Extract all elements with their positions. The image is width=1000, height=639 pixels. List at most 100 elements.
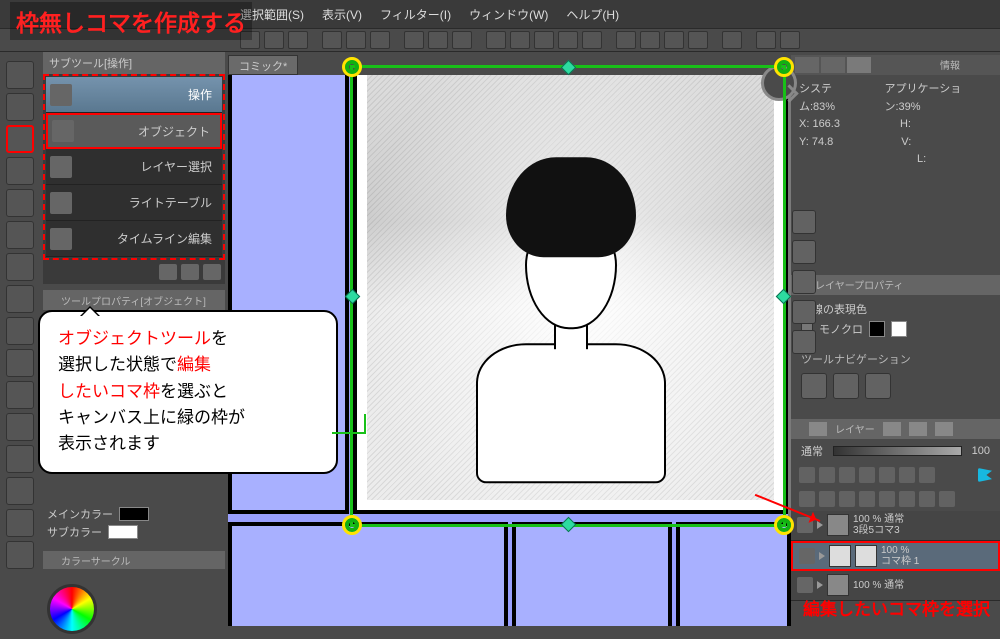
layer-color-flag[interactable] [978, 468, 992, 482]
tool-gradient[interactable] [6, 509, 34, 537]
blend-mode-select[interactable]: 通常 [801, 443, 823, 459]
toolbar-icon[interactable] [288, 31, 308, 49]
toolnav-icon[interactable] [801, 373, 827, 399]
new-layer-icon[interactable] [799, 491, 815, 507]
opacity-slider[interactable] [833, 446, 962, 456]
delete-layer-icon[interactable] [939, 491, 955, 507]
document-tab[interactable]: コミック* [228, 55, 298, 75]
panel-icon[interactable] [792, 330, 816, 354]
visibility-icon[interactable] [799, 548, 815, 564]
layer-frame-row[interactable]: 100 %コマ枠 1 [791, 541, 1000, 571]
tool-marquee[interactable] [6, 189, 34, 217]
panel-icon[interactable] [792, 210, 816, 234]
layer-pixellock-icon[interactable] [819, 467, 835, 483]
toolbar-icon[interactable] [486, 31, 506, 49]
layer-panel-icon[interactable] [883, 422, 901, 436]
tab-subview[interactable] [821, 57, 845, 73]
tool-fill[interactable] [6, 477, 34, 505]
subtool-menu-icon[interactable] [203, 264, 221, 280]
swatch-white[interactable] [891, 321, 907, 337]
layer-lock-icon[interactable] [799, 467, 815, 483]
layer-ref-icon[interactable] [859, 467, 875, 483]
subtool-layerselect[interactable]: レイヤー選択 [46, 149, 222, 185]
swatch-black[interactable] [869, 321, 885, 337]
comic-panel[interactable] [676, 522, 791, 626]
layer-draft-icon[interactable] [879, 467, 895, 483]
handle-mid-top[interactable] [561, 60, 577, 76]
subtool-add-icon[interactable] [159, 264, 177, 280]
layer-icon[interactable] [879, 491, 895, 507]
layer-icon[interactable] [899, 491, 915, 507]
layer-clip-icon[interactable] [839, 467, 855, 483]
toolbar-icon[interactable] [616, 31, 636, 49]
tab-info[interactable] [847, 57, 871, 73]
tool-wand[interactable] [6, 221, 34, 249]
main-color-row[interactable]: メインカラー [43, 505, 225, 523]
save-icon[interactable] [370, 31, 390, 49]
menu-filter[interactable]: フィルター(I) [380, 6, 451, 23]
layer-ruler-icon[interactable] [919, 467, 935, 483]
comic-panel[interactable] [512, 522, 672, 626]
tool-move[interactable] [6, 93, 34, 121]
toolnav-icon[interactable] [833, 373, 859, 399]
ruler-icon[interactable] [722, 31, 742, 49]
tool-layermove[interactable] [6, 157, 34, 185]
handle-corner-tl[interactable] [342, 57, 362, 77]
clear-icon[interactable] [452, 31, 472, 49]
tool-operation[interactable] [6, 125, 34, 153]
subtool-delete-icon[interactable] [181, 264, 199, 280]
toolbar-icon[interactable] [582, 31, 602, 49]
undo-icon[interactable] [404, 31, 424, 49]
tool-pen[interactable] [6, 253, 34, 281]
toolbar-icon[interactable] [664, 31, 684, 49]
panel-icon[interactable] [792, 300, 816, 324]
sub-color-row[interactable]: サブカラー [43, 523, 225, 541]
subtool-operation[interactable]: 操作 [46, 77, 222, 113]
tool-pencil[interactable] [6, 285, 34, 313]
tool-eraser[interactable] [6, 413, 34, 441]
toolbar-icon[interactable] [756, 31, 776, 49]
toolbar-icon[interactable] [688, 31, 708, 49]
toolbar-icon[interactable] [534, 31, 554, 49]
open-icon[interactable] [346, 31, 366, 49]
toolbar-icon[interactable] [510, 31, 530, 49]
panel-icon[interactable] [792, 240, 816, 264]
comic-panel[interactable] [228, 522, 508, 626]
expand-icon[interactable] [817, 581, 823, 589]
color-wheel[interactable] [47, 584, 97, 634]
layer-icon[interactable] [919, 491, 935, 507]
new-icon[interactable] [322, 31, 342, 49]
tool-deco[interactable] [6, 381, 34, 409]
new-folder-icon[interactable] [819, 491, 835, 507]
layer-icon[interactable] [839, 491, 855, 507]
subtool-object[interactable]: オブジェクト [46, 113, 222, 149]
layer-panel-icon[interactable] [935, 422, 953, 436]
layer-mask-icon[interactable] [899, 467, 915, 483]
menu-view[interactable]: 表示(V) [322, 6, 362, 23]
sub-color-chip[interactable] [108, 525, 138, 539]
toolbar-icon[interactable] [640, 31, 660, 49]
toolbar-icon[interactable] [780, 31, 800, 49]
panel-icon[interactable] [792, 270, 816, 294]
menu-window[interactable]: ウィンドウ(W) [469, 6, 548, 23]
menu-help[interactable]: ヘルプ(H) [566, 6, 619, 23]
tool-blend[interactable] [6, 445, 34, 473]
expand-icon[interactable] [819, 552, 825, 560]
tool-brush[interactable] [6, 317, 34, 345]
visibility-icon[interactable] [797, 577, 813, 593]
tool-airbrush[interactable] [6, 349, 34, 377]
layer-icon[interactable] [859, 491, 875, 507]
subtool-timeline[interactable]: タイムライン編集 [46, 221, 222, 257]
quick-access-icon[interactable] [761, 65, 797, 101]
tab-navigator[interactable] [795, 57, 819, 73]
subtool-lighttable[interactable]: ライトテーブル [46, 185, 222, 221]
toolbar-icon[interactable] [264, 31, 284, 49]
layer-panel-icon[interactable] [909, 422, 927, 436]
tool-figure[interactable] [6, 541, 34, 569]
comic-panel-main[interactable] [353, 75, 788, 514]
main-color-chip[interactable] [119, 507, 149, 521]
toolbar-icon[interactable] [558, 31, 578, 49]
redo-icon[interactable] [428, 31, 448, 49]
toolnav-icon[interactable] [865, 373, 891, 399]
tool-zoom[interactable] [6, 61, 34, 89]
